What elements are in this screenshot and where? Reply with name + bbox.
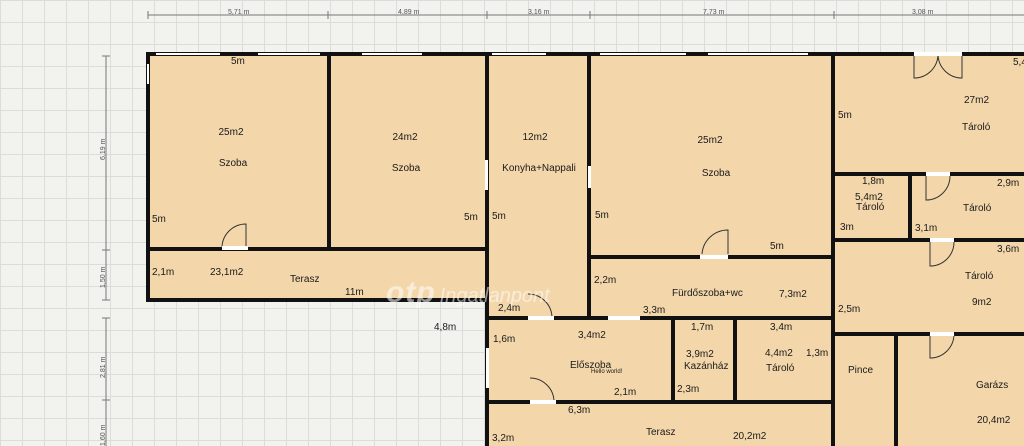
terasz1-area: 23,1m2 [210,267,244,278]
tarolo-small-side: 1,3m [806,348,829,359]
kazanhaz-name: Kazánház [684,361,729,372]
furdo-name: Fürdőszoba+wc [672,288,743,299]
tarolo27-left-wall: 5m [838,110,852,121]
eloszoba-top: 2,4m [498,303,521,314]
door-tarolo27-a [913,53,939,79]
tarolo9-name: Tároló [965,271,994,282]
szoba3-bottom-wall: 5m [770,241,784,252]
tarolo9-top: 3,6m [997,244,1020,255]
szoba2-right-wall: 5m [464,212,478,223]
tarolo-small-top: 3,4m [770,322,793,333]
door-tarolo9 [929,241,955,267]
tarolo27-corner: 5,4 [1013,57,1024,68]
konyha-name: Konyha+Nappali [502,163,576,174]
kazanhaz-top: 1,7m [691,322,714,333]
szoba2-name: Szoba [391,163,421,174]
terasz2-area: 20,2m2 [733,431,767,442]
tarolo-small-name: Tároló [766,363,795,374]
tarolo54-top: 1,8m [862,176,885,187]
door-tarolo29 [925,175,951,201]
eloszoba-area: 3,4m2 [578,330,606,341]
tarolo29-name: Tároló [963,203,992,214]
furdo-side: 2,2m [594,275,617,286]
furdo-bottom: 3,3m [643,305,666,316]
door-tarolo27-b [937,53,963,79]
szoba2-area: 24m2 [392,132,418,143]
szoba3-area: 25m2 [697,135,723,146]
eloszoba-bottom: 2,1m [614,387,637,398]
door-furdo [701,229,729,255]
floor-plan: 5,71 m 4,89 m 3,16 m 7,73 m 3,08 m 6,19 … [0,0,1024,446]
szoba3-left-wall: 5m [595,210,609,221]
door-eloszoba-bottom [529,377,555,403]
tarolo-small-area: 4,4m2 [765,348,793,359]
kazanhaz-side: 2,3m [677,384,700,395]
garazs-name: Garázs [976,380,1009,391]
eloszoba-side: 1,6m [493,334,516,345]
pince-name: Pince [848,365,874,376]
tarolo27-name: Tároló [962,122,991,133]
garazs-area: 20,4m2 [977,415,1011,426]
door-garazs [929,333,955,359]
szoba1-left-wall: 5m [152,214,166,225]
szoba1-top-wall: 5m [231,56,245,67]
door-szoba1 [221,223,247,249]
tarolo9-area: 9m2 [972,297,992,308]
terasz1-name: Terasz [290,274,320,285]
tarolo27-area: 27m2 [964,95,990,106]
tarolo29-side: 3,1m [915,223,938,234]
terasz2-name: Terasz [646,427,676,438]
terasz1-length: 11m [345,287,364,298]
terasz1-side: 2,1m [152,267,175,278]
door-eloszoba-top [527,293,553,319]
furdo-area: 7,3m2 [779,289,807,300]
szoba1-area: 25m2 [218,127,244,138]
tarolo54-name: Tároló [856,202,885,213]
terasz2-top: 6,3m [568,405,591,416]
tarolo54-side: 3m [840,222,854,233]
tarolo29-top: 2,9m [997,178,1020,189]
kazanhaz-area: 3,9m2 [686,349,714,360]
terasz2-side: 3,2m [492,433,515,444]
outside-dimension: 4,8m [434,322,457,333]
eloszoba-note: Hello world! [591,369,623,375]
konyha-left-wall: 5m [492,211,506,222]
tarolo9-side: 2,5m [838,304,861,315]
opening-furdo [608,316,640,320]
szoba1-name: Szoba [218,158,248,169]
szoba3-name: Szoba [701,168,731,179]
konyha-area: 12m2 [522,132,548,143]
